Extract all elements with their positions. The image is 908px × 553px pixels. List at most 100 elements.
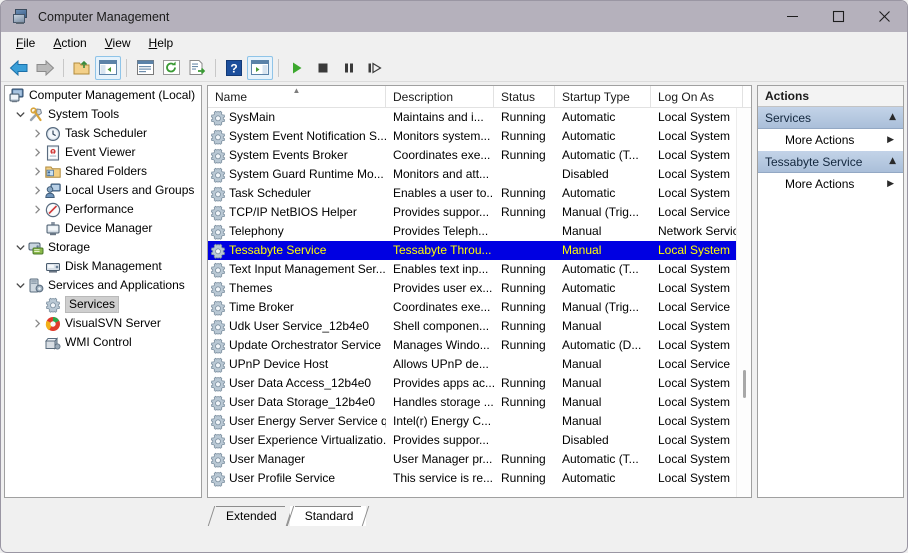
table-row[interactable]: User Data Storage_12b4e0 Handles storage … xyxy=(208,393,751,412)
tree-item-wmi-control[interactable]: WMI Control xyxy=(5,333,201,352)
list-vertical-scrollbar[interactable] xyxy=(736,108,751,497)
column-header-status[interactable]: Status xyxy=(494,86,555,108)
tab-extended[interactable]: Extended xyxy=(207,506,293,526)
chevron-down-icon[interactable] xyxy=(13,238,28,257)
action-more-actions-tessabyte-service[interactable]: More Actions ▶ xyxy=(758,173,903,195)
service-gear-icon xyxy=(210,376,226,392)
table-row[interactable]: Time Broker Coordinates exe... Running Manu… xyxy=(208,298,751,317)
table-row[interactable]: Udk User Service_12b4e0 Shell componen...… xyxy=(208,317,751,336)
service-gear-icon xyxy=(210,471,226,487)
tree-item-performance[interactable]: Performance xyxy=(5,200,201,219)
up-one-level-icon[interactable] xyxy=(69,56,95,80)
table-row[interactable]: Themes Provides user ex... Running Automati… xyxy=(208,279,751,298)
chevron-right-icon[interactable] xyxy=(30,143,45,162)
tree-item-shared-folders[interactable]: Shared Folders xyxy=(5,162,201,181)
table-row[interactable]: SysMain Maintains and i... Running Automati… xyxy=(208,108,751,127)
refresh-icon[interactable] xyxy=(158,56,184,80)
table-row[interactable]: User Manager User Manager pr... Running Aut… xyxy=(208,450,751,469)
table-row[interactable]: User Experience Virtualizatio... Provides… xyxy=(208,431,751,450)
service-status-cell xyxy=(494,355,555,374)
menu-help[interactable]: Help xyxy=(140,34,183,52)
restart-service-icon[interactable] xyxy=(362,56,388,80)
tree-item-local-users-and-groups[interactable]: Local Users and Groups xyxy=(5,181,201,200)
help-icon[interactable]: ? xyxy=(221,56,247,80)
chevron-right-icon[interactable] xyxy=(30,162,45,181)
action-more-actions-services[interactable]: More Actions ▶ xyxy=(758,129,903,151)
table-row[interactable]: System Guard Runtime Mo... Monitors and a… xyxy=(208,165,751,184)
stop-service-icon[interactable] xyxy=(310,56,336,80)
close-button[interactable] xyxy=(861,1,907,32)
table-row[interactable]: System Events Broker Coordinates exe... Ru… xyxy=(208,146,751,165)
service-startup-type-cell: Disabled xyxy=(562,433,609,447)
service-logon-as-cell: Network Service xyxy=(658,224,743,238)
tree-item-system-tools[interactable]: System Tools xyxy=(5,105,201,124)
column-header-description[interactable]: Description xyxy=(386,86,494,108)
table-row[interactable]: User Energy Server Service q... Intel(r) … xyxy=(208,412,751,431)
service-name-label: User Data Access_12b4e0 xyxy=(229,376,372,390)
table-row[interactable]: Telephony Provides Teleph... Manual Network… xyxy=(208,222,751,241)
service-description-cell: Coordinates exe... xyxy=(393,300,491,314)
chevron-right-icon[interactable]: ▶ xyxy=(887,179,894,189)
show-hide-console-tree-icon[interactable] xyxy=(95,55,121,80)
tree-item-event-viewer[interactable]: Event Viewer xyxy=(5,143,201,162)
table-row[interactable]: Text Input Management Ser... Enables text… xyxy=(208,260,751,279)
minimize-button[interactable] xyxy=(769,1,815,32)
menu-view[interactable]: View xyxy=(96,34,140,52)
table-row[interactable]: Update Orchestrator Service Manages Windo… xyxy=(208,336,751,355)
actions-group-header-services[interactable]: Services ▲ xyxy=(758,107,903,129)
service-logon-as-cell: Local Service xyxy=(658,300,731,314)
actions-group-header-tessabyte-service[interactable]: Tessabyte Service ▲ xyxy=(758,151,903,173)
chevron-up-icon[interactable]: ▲ xyxy=(889,157,896,166)
table-row[interactable]: User Profile Service This service is re..… xyxy=(208,469,751,488)
chevron-right-icon[interactable] xyxy=(30,200,45,219)
service-name-label: SysMain xyxy=(229,110,276,124)
table-row[interactable]: TCP/IP NetBIOS Helper Provides suppor... R… xyxy=(208,203,751,222)
back-icon[interactable] xyxy=(6,56,32,80)
table-row[interactable]: UPnP Device Host Allows UPnP de... Manual L… xyxy=(208,355,751,374)
chevron-up-icon[interactable]: ▲ xyxy=(889,113,896,122)
export-list-icon[interactable] xyxy=(184,56,210,80)
tree-item-services[interactable]: Services xyxy=(5,295,201,314)
tree-item-computer-management[interactable]: Computer Management (Local) xyxy=(5,86,201,105)
tree-item-label: Shared Folders xyxy=(65,164,148,178)
scrollbar-thumb[interactable] xyxy=(743,370,746,398)
chevron-right-icon[interactable] xyxy=(30,314,45,333)
chevron-right-icon[interactable] xyxy=(30,124,45,143)
properties-icon[interactable] xyxy=(132,56,158,80)
tree-item-label: Local Users and Groups xyxy=(65,183,195,197)
menu-file[interactable]: File xyxy=(7,34,44,52)
tree-item-disk-management[interactable]: Disk Management xyxy=(5,257,201,276)
show-hide-action-pane-icon[interactable] xyxy=(247,55,273,80)
chevron-right-icon[interactable] xyxy=(30,181,45,200)
tree-item-storage[interactable]: Storage xyxy=(5,238,201,257)
column-header-name[interactable]: Name ▲ xyxy=(208,86,386,108)
service-status-cell xyxy=(494,165,555,184)
service-name-label: Update Orchestrator Service xyxy=(229,338,382,352)
tree-item-task-scheduler[interactable]: Task Scheduler xyxy=(5,124,201,143)
column-header-label: Description xyxy=(393,90,454,104)
tree-item-device-manager[interactable]: Device Manager xyxy=(5,219,201,238)
chevron-down-icon[interactable] xyxy=(13,276,28,295)
column-header-log-on-as[interactable]: Log On As xyxy=(651,86,743,108)
service-name-cell: Task Scheduler xyxy=(208,184,386,203)
chevron-right-icon[interactable]: ▶ xyxy=(887,135,894,145)
table-row[interactable]: Task Scheduler Enables a user to... Runnin… xyxy=(208,184,751,203)
table-row[interactable]: User Data Access_12b4e0 Provides apps ac.… xyxy=(208,374,751,393)
table-row[interactable]: System Event Notification S... Monitors s… xyxy=(208,127,751,146)
chevron-down-icon[interactable] xyxy=(13,105,28,124)
toolbar-separator xyxy=(215,58,216,77)
service-status-cell: Running xyxy=(501,452,546,466)
start-service-icon[interactable] xyxy=(284,56,310,80)
pause-service-icon[interactable] xyxy=(336,56,362,80)
column-header-startup-type[interactable]: Startup Type xyxy=(555,86,651,108)
actions-group-label: Tessabyte Service xyxy=(765,154,863,169)
tree-item-services-and-applications[interactable]: Services and Applications xyxy=(5,276,201,295)
maximize-button[interactable] xyxy=(815,1,861,32)
service-status-cell xyxy=(494,431,555,450)
tab-standard[interactable]: Standard xyxy=(286,506,370,526)
forward-icon[interactable] xyxy=(32,56,58,80)
table-row[interactable]: Tessabyte Service Tessabyte Throu... Manua… xyxy=(208,241,751,260)
tree-item-visualsvn-server[interactable]: VisualSVN Server xyxy=(5,314,201,333)
service-startup-type-cell: Automatic (D... xyxy=(562,338,642,352)
menu-action[interactable]: Action xyxy=(44,34,95,52)
